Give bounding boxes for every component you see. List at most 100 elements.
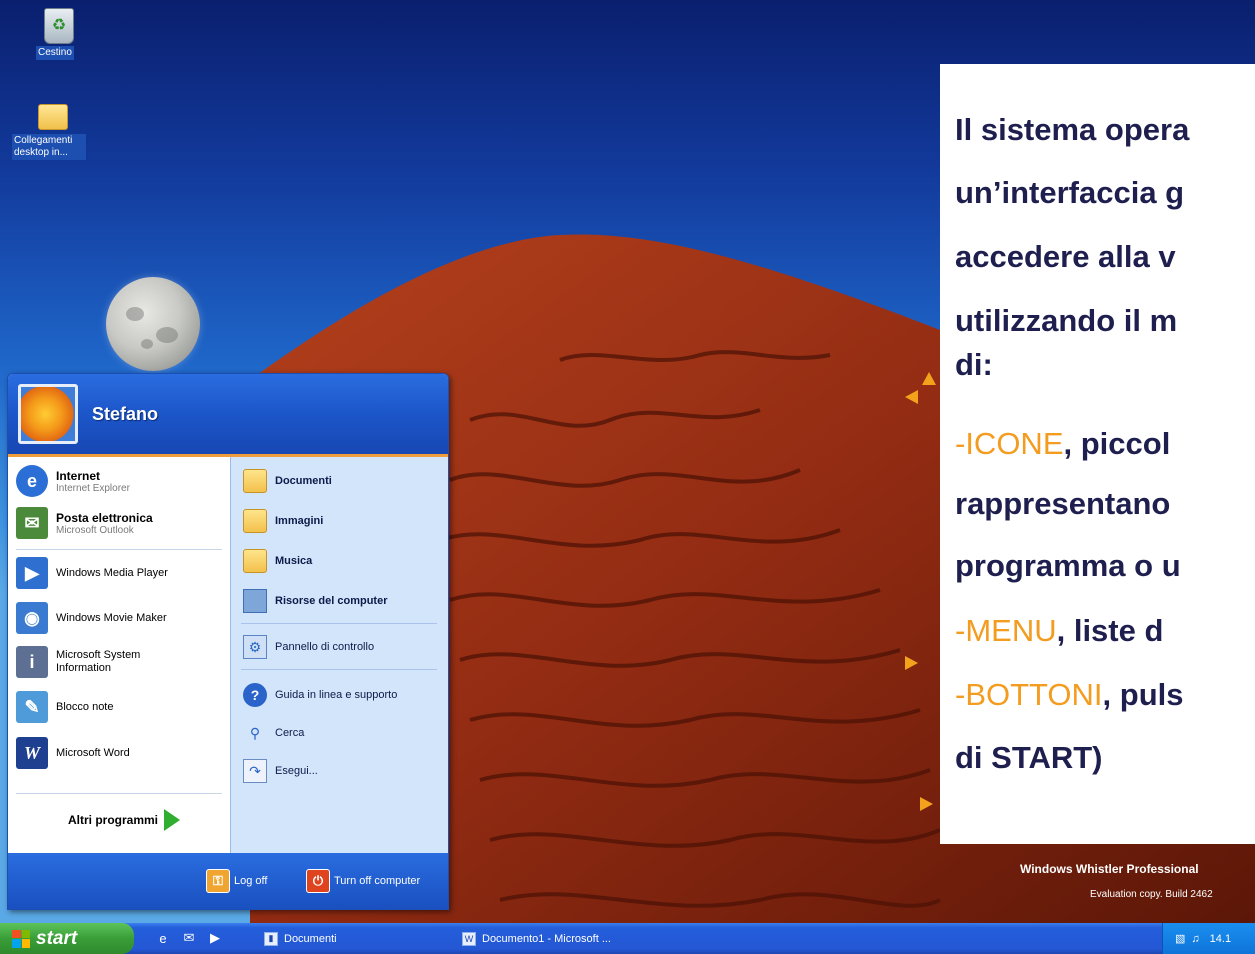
- right-item-music[interactable]: Musica: [243, 549, 312, 573]
- music-folder-icon: [243, 549, 267, 573]
- notepad-icon: ✎: [16, 691, 48, 723]
- internet-explorer-icon: e: [16, 465, 48, 497]
- item-label: Cerca: [275, 727, 305, 739]
- windows-flag-icon: [12, 929, 30, 948]
- recent-item-system-information[interactable]: i Microsoft System Information: [16, 646, 166, 678]
- clock[interactable]: 14.1: [1210, 933, 1231, 945]
- recent-item-media-player[interactable]: ▶ Windows Media Player: [16, 557, 168, 589]
- item-label: Microsoft Word: [56, 747, 130, 759]
- outlook-icon: ✉: [16, 507, 48, 539]
- item-label: Guida in linea e supporto: [275, 689, 398, 701]
- item-title: Internet: [56, 468, 101, 483]
- log-off-label: Log off: [234, 875, 268, 887]
- item-label: Pannello di controllo: [275, 641, 375, 653]
- outlook-icon[interactable]: ✉: [180, 929, 198, 947]
- text-line-4: utilizzando il m: [955, 303, 1178, 338]
- start-menu-right-pane: Documenti Immagini Musica Risorse del co…: [230, 457, 448, 853]
- network-icon[interactable]: ▧: [1175, 932, 1185, 945]
- text-line-2: un’interfaccia g: [955, 175, 1185, 210]
- item-subtitle: Microsoft Outlook: [56, 524, 134, 536]
- task-label: Documento1 - Microsoft ...: [482, 932, 611, 945]
- start-label: start: [36, 927, 78, 949]
- green-arrow-icon: [164, 809, 181, 831]
- right-item-documents[interactable]: Documenti: [243, 469, 332, 493]
- item-label: Windows Movie Maker: [56, 612, 167, 624]
- item-label: Microsoft System Information: [56, 649, 141, 674]
- pinned-item-email[interactable]: ✉ Posta elettronica Microsoft Outlook: [16, 507, 153, 539]
- recent-item-movie-maker[interactable]: ◉ Windows Movie Maker: [16, 602, 167, 634]
- movie-maker-icon: ◉: [16, 602, 48, 634]
- right-item-my-computer[interactable]: Risorse del computer: [243, 589, 387, 613]
- text-line-1: Il sistema opera: [955, 112, 1190, 147]
- text-line-8: programma o u: [955, 548, 1181, 583]
- word-document-icon: W: [462, 931, 476, 946]
- item-title: Posta elettronica: [56, 510, 153, 525]
- help-icon: ?: [243, 683, 267, 707]
- pointer-triangle-icon: [905, 656, 918, 670]
- text-line-3: accedere alla v: [955, 239, 1176, 274]
- item-label: Documenti: [275, 475, 332, 487]
- separator: [16, 793, 222, 794]
- volume-icon[interactable]: ♫: [1191, 933, 1199, 945]
- desktop-icon-shortcuts-folder[interactable]: Collegamenti desktop in...: [12, 104, 102, 160]
- task-word-document[interactable]: W Documento1 - Microsoft ...: [462, 926, 662, 951]
- start-menu-left-pane: e Internet Internet Explorer ✉ Posta elet…: [8, 457, 230, 853]
- recent-item-notepad[interactable]: ✎ Blocco note: [16, 691, 113, 723]
- right-item-run[interactable]: ↷ Esegui...: [243, 759, 318, 783]
- power-icon: ⏻: [306, 869, 330, 893]
- internet-explorer-icon[interactable]: e: [154, 929, 172, 947]
- media-player-icon[interactable]: ▶: [206, 929, 224, 947]
- task-documents[interactable]: ▮ Documenti: [264, 926, 444, 951]
- separator: [241, 623, 437, 624]
- task-label: Documenti: [284, 932, 337, 945]
- system-information-icon: i: [16, 646, 48, 678]
- text-line-icone: -ICONE, piccol: [955, 426, 1170, 462]
- right-item-pictures[interactable]: Immagini: [243, 509, 323, 533]
- item-label: Musica: [275, 555, 313, 567]
- control-panel-icon: ⚙: [243, 635, 267, 659]
- user-name: Stefano: [92, 404, 159, 424]
- item-label: Immagini: [275, 515, 324, 527]
- os-watermark-build: Evaluation copy. Build 2462: [1090, 889, 1213, 900]
- all-programs-button[interactable]: Altri programmi: [68, 809, 181, 831]
- pointer-triangle-icon: [905, 390, 918, 404]
- item-subtitle: Internet Explorer: [56, 482, 130, 494]
- right-item-help[interactable]: ? Guida in linea e supporto: [243, 683, 397, 707]
- desktop-icon-label: Cestino: [36, 46, 74, 60]
- word-icon: W: [16, 737, 48, 769]
- desktop-icon-recycle-bin[interactable]: ♻ Cestino: [36, 8, 126, 60]
- item-label: Windows Media Player: [56, 567, 168, 579]
- bottoni-text: , puls: [1102, 677, 1184, 712]
- separator: [241, 669, 437, 670]
- folder-icon: [38, 104, 68, 130]
- text-line-7: rappresentano: [955, 486, 1171, 521]
- pointer-triangle-icon: [920, 797, 933, 811]
- os-watermark: Windows Whistler Professional: [1020, 862, 1199, 876]
- pinned-item-internet[interactable]: e Internet Internet Explorer: [16, 465, 130, 497]
- moon: [106, 277, 200, 371]
- right-item-control-panel[interactable]: ⚙ Pannello di controllo: [243, 635, 374, 659]
- user-avatar[interactable]: [18, 384, 78, 444]
- item-label: Blocco note: [56, 701, 114, 713]
- explanation-text-box: Il sistema opera un’interfaccia g accede…: [940, 64, 1255, 844]
- start-button[interactable]: start: [0, 923, 134, 954]
- icone-text: , piccol: [1063, 426, 1171, 461]
- media-player-icon: ▶: [16, 557, 48, 589]
- pointer-triangle-icon: [922, 372, 936, 385]
- icone-keyword: -ICONE: [955, 426, 1064, 461]
- my-computer-icon: [243, 589, 267, 613]
- all-programs-label: Altri programmi: [68, 813, 159, 827]
- turn-off-label: Turn off computer: [334, 875, 421, 887]
- text-line-5: di:: [955, 347, 993, 382]
- start-menu-header: Stefano: [8, 374, 448, 457]
- search-icon: ⚲: [249, 724, 261, 741]
- log-off-button[interactable]: ⚿ Log off: [206, 869, 267, 893]
- desktop: ♻ Cestino Collegamenti desktop in... Win…: [0, 0, 1255, 954]
- menu-text: , liste d: [1056, 613, 1164, 648]
- recent-item-word[interactable]: W Microsoft Word: [16, 737, 130, 769]
- start-menu: Stefano e Internet Internet Explorer ✉ Po…: [7, 373, 449, 910]
- turn-off-button[interactable]: ⏻ Turn off computer: [306, 869, 420, 893]
- right-item-search[interactable]: ⚲ Cerca: [243, 721, 304, 745]
- documents-folder-icon: [243, 469, 267, 493]
- taskbar: start e ✉ ▶ ▮ Documenti W Documento1 - M…: [0, 923, 1255, 954]
